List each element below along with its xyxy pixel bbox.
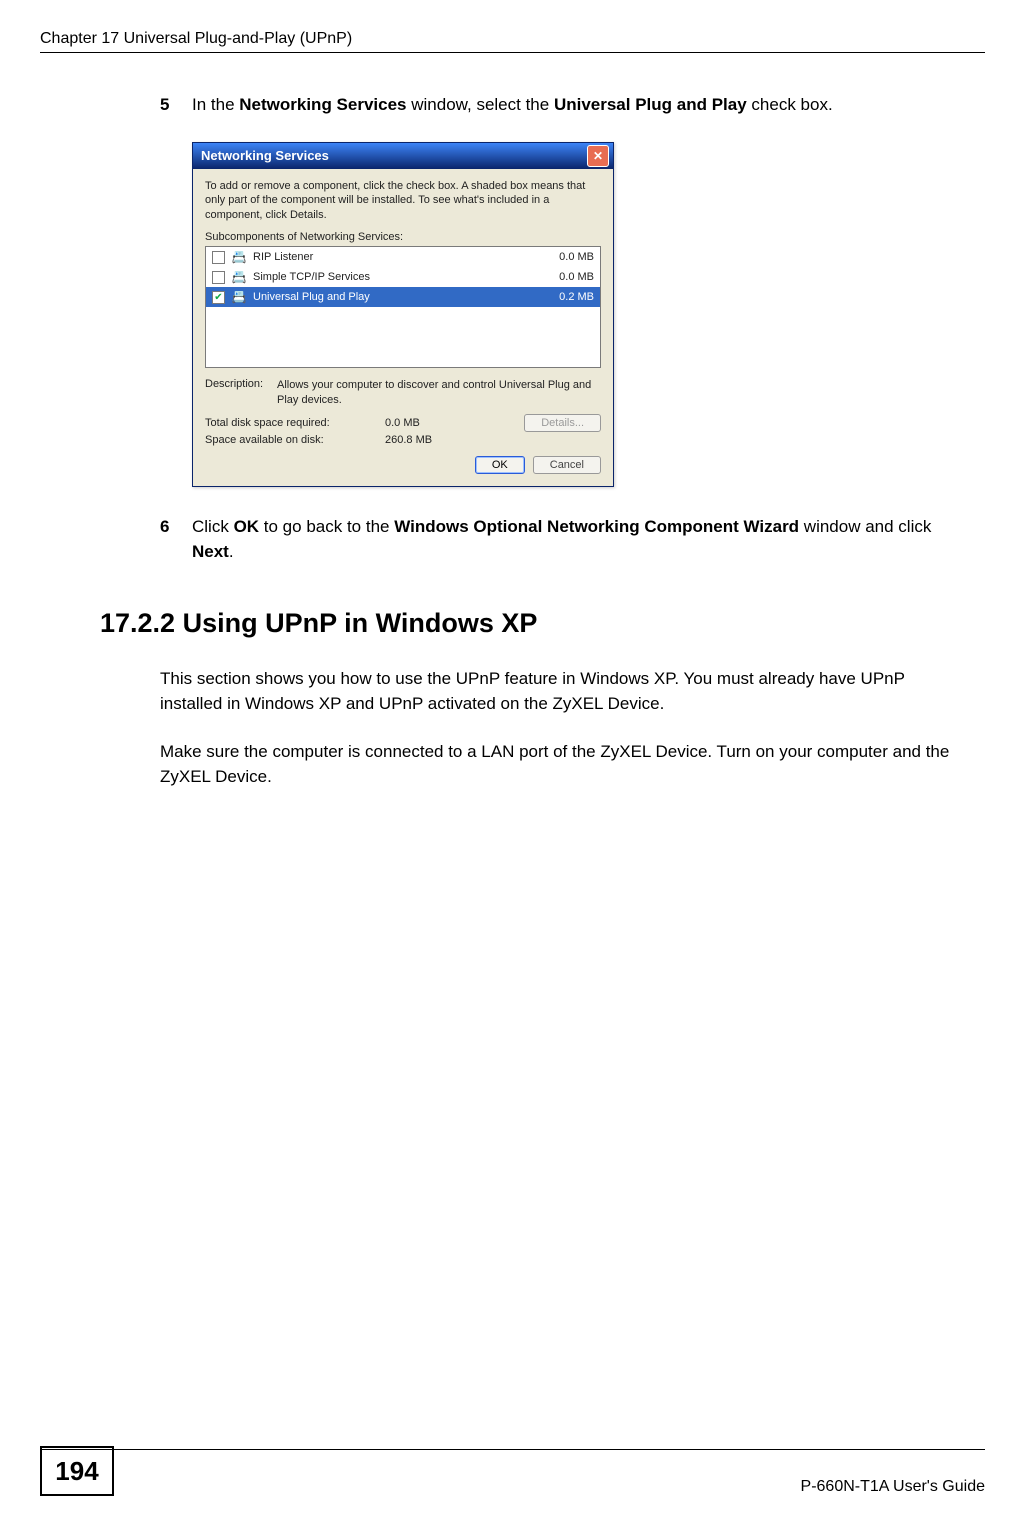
section-heading: 17.2.2 Using UPnP in Windows XP bbox=[100, 608, 965, 639]
list-item[interactable]: ✔ 📇 Universal Plug and Play 0.2 MB bbox=[206, 287, 600, 307]
cancel-button[interactable]: Cancel bbox=[533, 456, 601, 474]
description-text: Allows your computer to discover and con… bbox=[277, 378, 601, 408]
step-number: 5 bbox=[160, 93, 192, 118]
component-size: 0.0 MB bbox=[534, 251, 594, 263]
step-text: In the Networking Services window, selec… bbox=[192, 93, 965, 118]
step-5: 5 In the Networking Services window, sel… bbox=[160, 93, 965, 118]
dialog-help-text: To add or remove a component, click the … bbox=[205, 179, 601, 224]
paragraph: Make sure the computer is connected to a… bbox=[160, 740, 965, 789]
list-item[interactable]: 📇 RIP Listener 0.0 MB bbox=[206, 247, 600, 267]
t: window and click bbox=[799, 517, 931, 536]
ok-button[interactable]: OK bbox=[475, 456, 525, 474]
guide-name: P-660N-T1A User's Guide bbox=[801, 1478, 985, 1496]
component-size: 0.2 MB bbox=[534, 291, 594, 303]
t: In the bbox=[192, 95, 239, 114]
close-icon[interactable]: ✕ bbox=[587, 145, 609, 167]
component-icon: 📇 bbox=[231, 249, 247, 265]
component-icon: 📇 bbox=[231, 269, 247, 285]
total-space-label: Total disk space required: bbox=[205, 417, 385, 429]
component-size: 0.0 MB bbox=[534, 271, 594, 283]
bold: Networking Services bbox=[239, 95, 406, 114]
bold: OK bbox=[234, 517, 260, 536]
description-label: Description: bbox=[205, 378, 277, 408]
list-item[interactable]: 📇 Simple TCP/IP Services 0.0 MB bbox=[206, 267, 600, 287]
subcomponents-list[interactable]: 📇 RIP Listener 0.0 MB 📇 Simple TCP/IP Se… bbox=[205, 246, 601, 368]
t: Click bbox=[192, 517, 234, 536]
dialog-titlebar[interactable]: Networking Services ✕ bbox=[193, 143, 613, 169]
running-header: Chapter 17 Universal Plug-and-Play (UPnP… bbox=[40, 30, 985, 53]
paragraph: This section shows you how to use the UP… bbox=[160, 667, 965, 716]
page-number: 194 bbox=[40, 1446, 114, 1496]
component-name: RIP Listener bbox=[253, 251, 534, 263]
avail-space-value: 260.8 MB bbox=[385, 434, 465, 446]
step-6: 6 Click OK to go back to the Windows Opt… bbox=[160, 515, 965, 564]
step-text: Click OK to go back to the Windows Optio… bbox=[192, 515, 965, 564]
page-footer: 194 P-660N-T1A User's Guide bbox=[40, 1449, 985, 1496]
avail-space-label: Space available on disk: bbox=[205, 434, 385, 446]
step-number: 6 bbox=[160, 515, 192, 540]
checkbox[interactable]: ✔ bbox=[212, 291, 225, 304]
dialog-title: Networking Services bbox=[201, 148, 329, 163]
bold: Next bbox=[192, 542, 229, 561]
subcomponents-label: Subcomponents of Networking Services: bbox=[205, 231, 601, 243]
bold: Windows Optional Networking Component Wi… bbox=[394, 517, 799, 536]
t: check box. bbox=[747, 95, 833, 114]
component-name: Universal Plug and Play bbox=[253, 291, 534, 303]
details-button[interactable]: Details... bbox=[524, 414, 601, 432]
checkbox[interactable] bbox=[212, 251, 225, 264]
t: to go back to the bbox=[259, 517, 394, 536]
component-name: Simple TCP/IP Services bbox=[253, 271, 534, 283]
t: window, select the bbox=[407, 95, 554, 114]
total-space-value: 0.0 MB bbox=[385, 417, 465, 429]
t: . bbox=[229, 542, 234, 561]
bold: Universal Plug and Play bbox=[554, 95, 747, 114]
checkbox[interactable] bbox=[212, 271, 225, 284]
networking-services-dialog: Networking Services ✕ To add or remove a… bbox=[192, 142, 614, 487]
component-icon: 📇 bbox=[231, 289, 247, 305]
